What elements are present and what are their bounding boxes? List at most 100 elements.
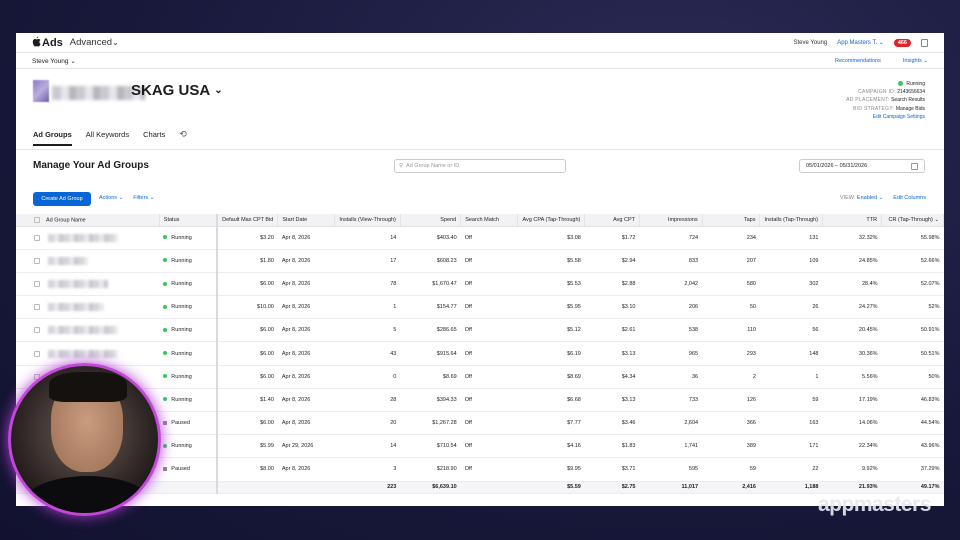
bid-cell[interactable]: $6.00 (217, 318, 278, 343)
row-checkbox[interactable] (34, 304, 40, 311)
sm-cell: Off (460, 388, 518, 413)
bid-cell[interactable]: $3.20 (217, 226, 278, 250)
cpt-cell: $1.83 (584, 434, 640, 459)
page-title: Manage Your Ad Groups (33, 160, 149, 171)
cr-cell: 43.96% (881, 434, 944, 459)
history-icon[interactable]: ⟲ (179, 129, 187, 140)
ttr-cell: 9.92% (822, 457, 882, 482)
org-switcher[interactable]: App Masters T. ⌄ (837, 39, 884, 46)
imp-cell: 36 (639, 365, 703, 389)
bid-cell[interactable]: $1.40 (217, 388, 278, 413)
cr-cell: 50.91% (881, 318, 944, 343)
create-ad-group-button[interactable]: Create Ad Group (33, 192, 91, 206)
col-spend[interactable]: Spend (400, 214, 462, 227)
vt-cell: 28 (334, 388, 401, 413)
inst-cell: 59 (759, 388, 823, 413)
sm-cell: Off (460, 226, 518, 250)
tab-all-keywords[interactable]: All Keywords (86, 130, 129, 144)
table-row[interactable]: Running $6.00 Apr 8, 2026 43 $915.64 Off $6.19… (16, 341, 944, 366)
col-installs-tt[interactable]: Installs (Tap-Through) (759, 214, 823, 227)
bid-cell[interactable]: $10.00 (217, 295, 278, 320)
apple-ads-logo[interactable]: Ads (32, 36, 63, 50)
status-text: Running (171, 257, 192, 264)
cpt-cell: $1.72 (584, 226, 640, 250)
ad-group-name-cell[interactable] (16, 341, 160, 366)
campaign-title[interactable]: SKAG USA ⌄ (131, 82, 223, 99)
col-start-date[interactable]: Start Date (277, 214, 336, 227)
view-selector[interactable]: Enabled ⌄ (857, 195, 883, 201)
actions-menu[interactable]: Actions ⌄ (99, 195, 123, 201)
status-cell: Running (159, 272, 219, 297)
date-range-picker[interactable]: 05/01/2026 – 05/31/2026 (799, 159, 925, 173)
col-taps[interactable]: Taps (702, 214, 761, 227)
bid-cell[interactable]: $8.00 (217, 457, 278, 482)
tab-ad-groups[interactable]: Ad Groups (33, 130, 72, 146)
edit-campaign-settings-link[interactable]: Edit Campaign Settings (846, 113, 925, 121)
table-row[interactable]: Running $6.00 Apr 8, 2026 0 $8.69 Off $8.69 $4.… (16, 365, 944, 389)
col-impressions[interactable]: Impressions (639, 214, 703, 227)
col-search-match[interactable]: Search Match (460, 214, 519, 227)
recommendations-link[interactable]: Recommendations (835, 58, 881, 64)
sm-cell: Off (460, 341, 518, 366)
row-checkbox[interactable] (34, 327, 40, 334)
notification-badge[interactable]: 466 (893, 38, 911, 47)
row-checkbox[interactable] (34, 280, 40, 287)
bid-cell[interactable]: $6.00 (217, 365, 278, 389)
filters-menu[interactable]: Filters ⌄ (133, 195, 154, 201)
window-icon[interactable] (921, 38, 928, 47)
chevron-down-icon: ⌄ (878, 195, 884, 201)
col-status[interactable]: Status (159, 214, 219, 227)
chevron-down-icon: ⌄ (214, 85, 223, 96)
bid-cell[interactable]: $6.00 (217, 341, 278, 366)
ad-group-name-cell[interactable] (16, 226, 160, 250)
col-ad-group-name[interactable]: Ad Group Name (16, 214, 160, 227)
table-row[interactable]: Running $6.00 Apr 8, 2026 78 $1,670.47 Off $5.… (16, 272, 944, 297)
spend-cell: $218.90 (400, 457, 461, 482)
sm-cell: Off (460, 365, 518, 389)
row-checkbox[interactable] (34, 257, 40, 264)
spend-cell: $403.40 (400, 226, 461, 250)
table-row[interactable]: Running $3.20 Apr 8, 2026 14 $403.40 Off $3.08… (16, 226, 944, 250)
running-dot-icon (163, 327, 168, 332)
row-checkbox[interactable] (34, 234, 40, 241)
spend-cell: $394.33 (400, 388, 461, 413)
table-row[interactable]: Running $1.80 Apr 8, 2026 17 $608.23 Off $5.58… (16, 249, 944, 273)
row-checkbox[interactable] (34, 350, 40, 357)
ad-group-name-cell[interactable] (16, 318, 160, 343)
inst-cell: 22 (759, 457, 823, 482)
col-cr[interactable]: CR (Tap-Through) ⌄ (881, 214, 944, 227)
product-switcher[interactable]: Advanced⌄ (70, 37, 119, 48)
bid-cell[interactable]: $6.00 (217, 272, 278, 297)
actions-label: Actions (99, 195, 118, 201)
col-avg-cpt[interactable]: Avg CPT (584, 214, 640, 227)
table-row[interactable]: Running $6.00 Apr 8, 2026 5 $286.65 Off $5.12 $… (16, 318, 944, 343)
sm-cell: Off (460, 434, 518, 459)
edit-columns-link[interactable]: Edit Columns (893, 195, 926, 201)
taps-cell: 389 (702, 434, 760, 459)
table-row[interactable]: Running $10.00 Apr 8, 2026 1 $154.77 Off $5.95… (16, 295, 944, 320)
user-name[interactable]: Steve Young (794, 40, 828, 46)
bid-cell[interactable]: $1.80 (217, 249, 278, 273)
ad-group-name-cell[interactable] (16, 272, 160, 297)
status-cell: Paused (159, 411, 219, 436)
col-installs-vt[interactable]: Installs (View-Through) (334, 214, 401, 227)
ad-group-name-cell[interactable] (16, 249, 160, 273)
col-avg-cpa[interactable]: Avg CPA (Tap-Through) (517, 214, 586, 227)
bid-cell[interactable]: $6.00 (217, 411, 278, 436)
ttr-cell: 28.4% (822, 272, 882, 297)
insights-menu[interactable]: Insights ⌄ (903, 58, 928, 64)
table-row[interactable]: Running $1.40 Apr 8, 2026 28 $394.33 Off $6.68… (16, 388, 944, 413)
bid-cell[interactable]: $5.99 (217, 434, 278, 459)
select-all-checkbox[interactable] (34, 216, 40, 223)
status-text: Running (171, 234, 192, 241)
col-default-bid[interactable]: Default Max CPT Bid (217, 214, 279, 227)
search-input[interactable]: ⚲ Ad Group Name or ID (394, 159, 566, 173)
status-cell: Running (159, 341, 219, 366)
ad-group-name-cell[interactable] (16, 295, 160, 320)
tab-charts[interactable]: Charts (143, 130, 165, 144)
account-switcher[interactable]: Steve Young ⌄ (32, 57, 76, 65)
imp-cell: 2,604 (639, 411, 703, 436)
col-ttr[interactable]: TTR (822, 214, 883, 227)
cpa-cell: $5.95 (517, 295, 585, 320)
inst-cell: 163 (759, 411, 823, 436)
